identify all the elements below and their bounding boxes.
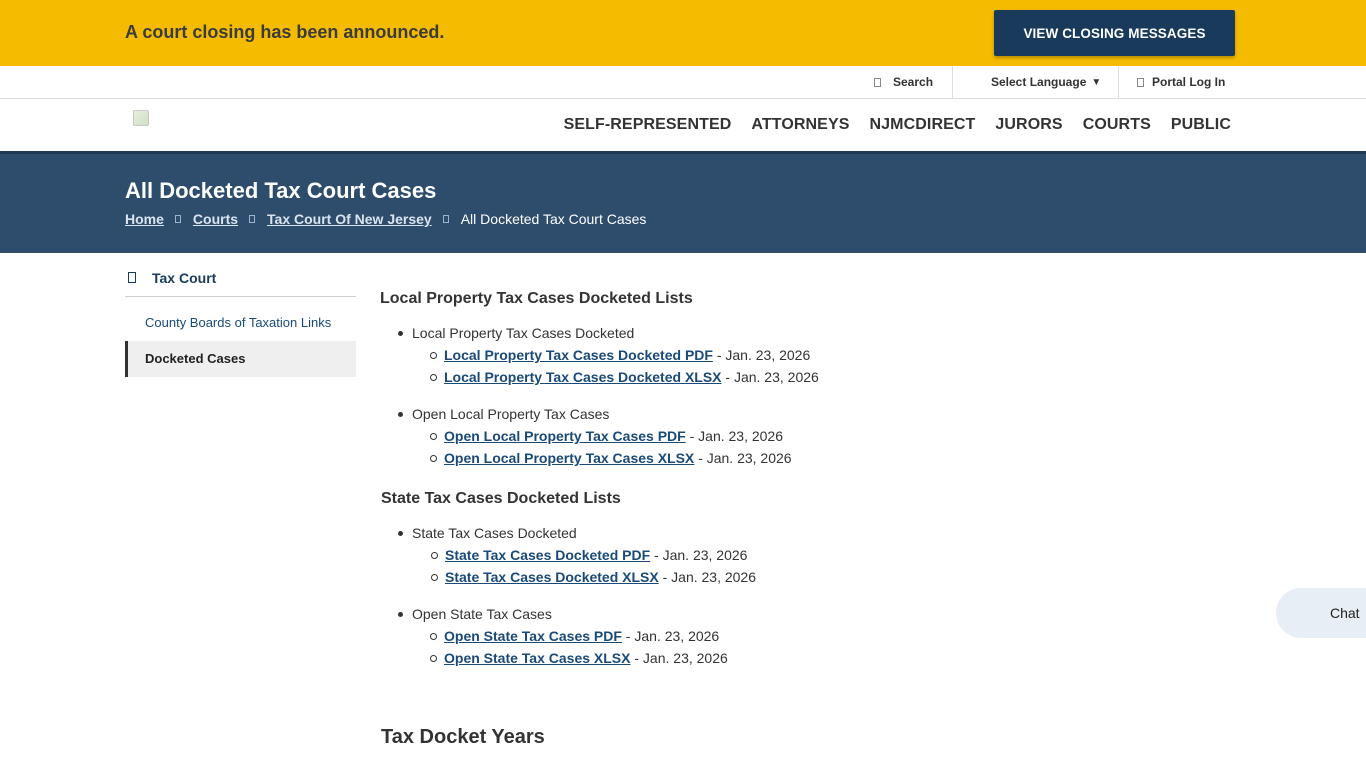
chevron-down-icon: ▼ bbox=[1091, 76, 1102, 88]
breadcrumb-courts[interactable]: Courts bbox=[193, 211, 238, 227]
list-item-date: - Jan. 23, 2026 bbox=[650, 547, 748, 563]
view-closing-messages-button[interactable]: VIEW CLOSING MESSAGES bbox=[994, 10, 1235, 56]
section-title-local: Local Property Tax Cases Docketed Lists bbox=[380, 290, 693, 307]
local-docketed-pdf-link[interactable]: Local Property Tax Cases Docketed PDF bbox=[444, 347, 713, 363]
list-item: Local Property Tax Cases Docketed XLSX -… bbox=[430, 366, 819, 388]
portal-login-link[interactable]: Portal Log In bbox=[1137, 66, 1225, 98]
page-title-band: All Docketed Tax Court Cases Home Courts… bbox=[0, 151, 1366, 253]
utility-bar: Search Select Language ▼ Portal Log In bbox=[0, 66, 1366, 99]
list-item: State Tax Cases Docketed PDF - Jan. 23, … bbox=[430, 544, 756, 566]
state-docketed-pdf-link[interactable]: State Tax Cases Docketed PDF bbox=[445, 547, 650, 563]
alert-message: A court closing has been announced. bbox=[125, 22, 445, 42]
list-item-date: - Jan. 23, 2026 bbox=[630, 650, 728, 666]
breadcrumb-home[interactable]: Home bbox=[125, 211, 164, 227]
list-item-date: - Jan. 23, 2026 bbox=[658, 569, 757, 585]
list-item-date: - Jan. 23, 2026 bbox=[694, 450, 792, 466]
list-item-date: - Jan. 23, 2026 bbox=[721, 369, 819, 385]
list-group-local-docketed: Local Property Tax Cases Docketed Local … bbox=[398, 322, 819, 388]
chat-label: Chat bbox=[1330, 605, 1360, 621]
sidebar: Tax Court County Boards of Taxation Link… bbox=[125, 253, 356, 377]
closing-alert-banner: A court closing has been announced. VIEW… bbox=[0, 0, 1366, 66]
nav-njmcdirect[interactable]: NJMCDIRECT bbox=[870, 116, 976, 134]
building-icon bbox=[128, 272, 136, 283]
sidebar-heading[interactable]: Tax Court bbox=[125, 253, 356, 297]
section-title-docket-years: Tax Docket Years bbox=[381, 726, 545, 748]
list-item-date: - Jan. 23, 2026 bbox=[712, 347, 811, 363]
list-item: Local Property Tax Cases Docketed bbox=[398, 322, 819, 344]
main-header: SELF-REPRESENTED ATTORNEYS NJMCDIRECT JU… bbox=[0, 99, 1366, 151]
utility-divider bbox=[1118, 66, 1119, 98]
list-item: Open State Tax Cases PDF - Jan. 23, 2026 bbox=[430, 625, 728, 647]
search-label: Search bbox=[893, 75, 934, 89]
main-nav: SELF-REPRESENTED ATTORNEYS NJMCDIRECT JU… bbox=[564, 116, 1231, 134]
chat-button[interactable]: Chat bbox=[1276, 588, 1366, 638]
list-item: Open Local Property Tax Cases PDF - Jan.… bbox=[430, 425, 792, 447]
search-link[interactable]: Search bbox=[874, 66, 933, 98]
open-local-xlsx-link[interactable]: Open Local Property Tax Cases XLSX bbox=[444, 450, 694, 466]
language-label: Select Language bbox=[991, 75, 1087, 89]
nav-self-represented[interactable]: SELF-REPRESENTED bbox=[564, 116, 732, 134]
site-logo[interactable] bbox=[133, 110, 149, 126]
list-group-state-docketed: State Tax Cases Docketed State Tax Cases… bbox=[397, 522, 757, 588]
list-item: State Tax Cases Docketed bbox=[397, 522, 756, 544]
sidebar-item-docketed-cases[interactable]: Docketed Cases bbox=[125, 341, 356, 377]
user-icon bbox=[1137, 77, 1144, 87]
nav-public[interactable]: PUBLIC bbox=[1171, 116, 1231, 134]
list-item: Open State Tax Cases bbox=[398, 603, 728, 625]
list-item: Local Property Tax Cases Docketed PDF - … bbox=[430, 344, 819, 366]
list-item-date: - Jan. 23, 2026 bbox=[685, 428, 784, 444]
page-title: All Docketed Tax Court Cases bbox=[125, 178, 437, 203]
nav-jurors[interactable]: JURORS bbox=[995, 116, 1062, 134]
state-docketed-xlsx-link[interactable]: State Tax Cases Docketed XLSX bbox=[445, 569, 659, 585]
sidebar-item-county-boards[interactable]: County Boards of Taxation Links bbox=[125, 306, 356, 340]
utility-divider bbox=[952, 66, 953, 98]
chevron-right-icon bbox=[174, 215, 181, 223]
chevron-right-icon bbox=[442, 215, 449, 223]
open-local-pdf-link[interactable]: Open Local Property Tax Cases PDF bbox=[444, 428, 686, 444]
sidebar-heading-label: Tax Court bbox=[152, 269, 217, 286]
section-title-state: State Tax Cases Docketed Lists bbox=[381, 490, 621, 507]
search-icon bbox=[874, 77, 881, 87]
language-select[interactable]: Select Language ▼ bbox=[991, 66, 1101, 98]
breadcrumb-tax-court[interactable]: Tax Court Of New Jersey bbox=[267, 211, 432, 227]
nav-attorneys[interactable]: ATTORNEYS bbox=[751, 116, 849, 134]
local-docketed-xlsx-link[interactable]: Local Property Tax Cases Docketed XLSX bbox=[444, 369, 722, 385]
breadcrumb: Home Courts Tax Court Of New Jersey All … bbox=[125, 211, 646, 227]
list-group-open-local: Open Local Property Tax Cases Open Local… bbox=[398, 403, 792, 469]
list-item: Open Local Property Tax Cases bbox=[398, 403, 792, 425]
list-item: Open State Tax Cases XLSX - Jan. 23, 202… bbox=[430, 647, 728, 669]
portal-login-label: Portal Log In bbox=[1152, 75, 1226, 89]
list-item: State Tax Cases Docketed XLSX - Jan. 23,… bbox=[430, 566, 757, 588]
list-item-date: - Jan. 23, 2026 bbox=[621, 628, 720, 644]
open-state-xlsx-link[interactable]: Open State Tax Cases XLSX bbox=[444, 650, 630, 666]
list-group-open-state: Open State Tax Cases Open State Tax Case… bbox=[398, 603, 728, 669]
breadcrumb-current: All Docketed Tax Court Cases bbox=[460, 211, 647, 227]
list-item: Open Local Property Tax Cases XLSX - Jan… bbox=[430, 447, 792, 469]
open-state-pdf-link[interactable]: Open State Tax Cases PDF bbox=[444, 628, 622, 644]
nav-courts[interactable]: COURTS bbox=[1083, 116, 1151, 134]
chevron-right-icon bbox=[249, 215, 256, 223]
